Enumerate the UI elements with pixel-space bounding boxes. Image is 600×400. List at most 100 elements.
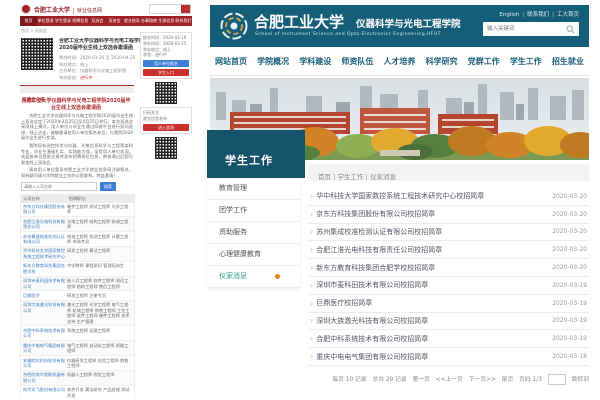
company-link[interactable]: 巨鼎医疗 xyxy=(21,293,65,298)
header-search-box[interactable] xyxy=(483,22,579,36)
company-link[interactable]: 科大讯飞股份有限公司 xyxy=(21,387,65,398)
nav-party[interactable]: 党群工作 xyxy=(463,48,505,75)
table-header: 公司名称 招聘职位 xyxy=(21,195,134,203)
left-nav-item[interactable]: 单位登录 xyxy=(37,16,54,26)
left-nav-item[interactable]: 双选会 xyxy=(89,16,106,26)
news-row[interactable]: ›合肥江淮光电科技有限责任公司校招简章2020-03-20 xyxy=(308,241,589,259)
table-row[interactable]: 新东方教育科技集团合肥学校中学教师 课程顾问 管理培训生 xyxy=(21,262,134,277)
table-row[interactable]: 科大讯飞股份有限公司软件开发 算法研究 产品经理 测试开发 xyxy=(21,386,134,398)
positions-cell: 嵌入式工程师 软件工程师 测试工程师 结构工程师 售后工程师 xyxy=(65,278,134,289)
news-date: 2020-03-18 xyxy=(552,353,587,360)
news-title[interactable]: 深圳大族激光科技有限公司校招简章 xyxy=(316,316,552,326)
company-link[interactable]: 新东方教育科技集团合肥学校 xyxy=(21,263,65,274)
news-row[interactable]: ›深圳市麦科田技术有限公司校招简章2020-03-19 xyxy=(308,277,589,295)
sidebar-item-league-work[interactable]: 团学工作 xyxy=(207,200,300,222)
company-link[interactable]: 合肥欣奕华智能机器有限公司 xyxy=(21,372,65,383)
first-page-button[interactable]: 第一页 xyxy=(413,377,430,383)
last-page-button[interactable]: 尾页 xyxy=(502,377,514,383)
news-row[interactable]: ›华中科技大学国家数控系统工程技术研究中心校招简章2020-03-20 xyxy=(308,188,589,206)
left-nav-item[interactable]: 学生登录 xyxy=(54,16,71,26)
news-title[interactable]: 重庆中电电气集团有限公司校招简章 xyxy=(316,352,552,362)
table-row[interactable]: 合肥中科系统技术有限公司系统工程师 运维工程师 xyxy=(21,326,134,341)
nav-home[interactable]: 网站首页 xyxy=(210,48,252,75)
news-title[interactable]: 合肥中科系统技术有限公司校招简章 xyxy=(316,334,552,344)
search-icon[interactable] xyxy=(566,25,575,34)
header-links: English|联系我们|工大首页 xyxy=(499,10,579,18)
news-row[interactable]: ›苏州集成校准检测认证有限公司校招简章2020-03-20 xyxy=(308,224,589,242)
company-link[interactable]: 合肥中科系统技术有限公司 xyxy=(21,328,65,339)
news-row[interactable]: ›重庆中电电气集团有限公司校招简章2020-03-18 xyxy=(308,348,589,366)
company-link[interactable]: 华中科技大学国家数控系统工程技术研究中心 xyxy=(21,248,65,259)
employer-signup-button[interactable]: 用人单位报名 xyxy=(143,60,189,67)
nav-education[interactable]: 人才培养 xyxy=(378,48,420,75)
jump-button[interactable]: 跳转到 xyxy=(572,377,589,383)
news-title[interactable]: 京东方科技集团股份有限公司校招简章 xyxy=(316,209,552,219)
left-nav-item[interactable]: 招聘信息 xyxy=(72,16,89,26)
link-contact[interactable]: 联系我们 xyxy=(527,12,549,18)
table-row[interactable]: 合肥江淮光电科技有限责任公司光电工程师 结构工程师 装调工程师 xyxy=(21,217,134,232)
link-english[interactable]: English xyxy=(499,12,519,18)
table-row[interactable]: 重庆中电电气集团有限公司电气工程师 自动化工程师 质量工程师 xyxy=(21,341,134,356)
company-link[interactable]: 京东方科技集团股份有限公司 xyxy=(21,204,65,215)
positions-cell: 激光工程师 光学工程师 电气工程师 机械工程师 销售工程师 工艺工程师 软件工程… xyxy=(65,302,134,324)
news-row[interactable]: ›新东方教育科技集团合肥学校校招简章2020-03-20 xyxy=(308,259,589,277)
table-row[interactable]: 安徽皖仪科技股份有限公司仪器研发工程师 应用工程师 销售工程师 xyxy=(21,356,134,371)
page-jump-input[interactable] xyxy=(548,374,566,385)
nav-research[interactable]: 科学研究 xyxy=(421,48,463,75)
news-title[interactable]: 苏州集成校准检测认证有限公司校招简章 xyxy=(316,227,552,237)
nav-admissions[interactable]: 招生就业 xyxy=(547,48,589,75)
left-nav-item[interactable]: 宣讲会 xyxy=(106,16,123,26)
company-link[interactable]: 深圳市麦科田技术有限公司 xyxy=(21,278,65,289)
left-nav-item[interactable]: 就业指导 xyxy=(123,16,140,26)
news-title[interactable]: 华中科技大学国家数控系统工程技术研究中心校招简章 xyxy=(316,191,552,201)
news-date: 2020-03-19 xyxy=(552,335,587,342)
left-nav-item[interactable]: 办事指南 xyxy=(140,16,157,26)
prev-page-button[interactable]: <<上一页 xyxy=(436,377,463,383)
left-nav-item[interactable]: 生源信息 xyxy=(158,16,175,26)
table-row[interactable]: 合肥欣奕华智能机器有限公司机器人工程师 视觉工程师 xyxy=(21,371,134,386)
nav-about[interactable]: 学院概况 xyxy=(252,48,294,75)
news-title[interactable]: 深圳市麦科田技术有限公司校招简章 xyxy=(316,280,552,290)
sidebar-item-yijia-news[interactable]: 仪家消息 xyxy=(207,266,300,288)
nav-discipline[interactable]: 学科建设 xyxy=(294,48,336,75)
news-row[interactable]: ›深圳大族激光科技有限公司校招简章2020-03-19 xyxy=(308,313,589,331)
news-row[interactable]: ›合肥中科系统技术有限公司校招简章2020-03-19 xyxy=(308,330,589,348)
table-row[interactable]: 京东方科技集团股份有限公司硬件工程师 测试工程师 光学工程师 xyxy=(21,203,134,218)
enter-hall-button[interactable]: 进入会场 xyxy=(143,124,189,131)
left-search-input[interactable] xyxy=(149,4,191,14)
table-row[interactable]: 巨鼎医疗研发工程师 注册专员 xyxy=(21,291,134,300)
company-link[interactable]: 重庆中电电气集团有限公司 xyxy=(21,343,65,354)
sidebar-item-education-management[interactable]: 教育管理 xyxy=(207,178,300,200)
table-row[interactable]: 苏州集成校准检测认证有限公司校准工程师 检测工程师 计量工程师 市场专员 xyxy=(21,232,134,247)
link-hfut-home[interactable]: 工大首页 xyxy=(557,12,579,18)
next-page-button[interactable]: 下一页>> xyxy=(469,377,496,383)
company-search-button[interactable]: 搜索 xyxy=(100,182,116,191)
school-name-english: School of Instrument Science and Opto-El… xyxy=(255,32,441,37)
company-link[interactable]: 深圳大族激光科技有限公司 xyxy=(21,302,65,324)
table-row[interactable]: 华中科技大学国家数控系统工程技术研究中心研发工程师 算法工程师 xyxy=(21,247,134,262)
positions-cell: 校准工程师 检测工程师 计量工程师 市场专员 xyxy=(65,234,134,245)
left-search-button[interactable] xyxy=(181,5,190,13)
news-row[interactable]: ›京东方科技集团股份有限公司校招简章2020-03-20 xyxy=(308,206,589,224)
table-row[interactable]: 深圳市麦科田技术有限公司嵌入式工程师 软件工程师 测试工程师 结构工程师 售后工… xyxy=(21,277,134,292)
company-link[interactable]: 安徽皖仪科技股份有限公司 xyxy=(21,358,65,369)
keyword-search-input[interactable] xyxy=(483,25,566,33)
company-search-input[interactable] xyxy=(21,182,97,191)
company-link[interactable]: 合肥江淮光电科技有限责任公司 xyxy=(21,219,65,230)
news-row[interactable]: ›巨鼎医疗校招简章2020-03-19 xyxy=(308,295,589,313)
left-nav-item[interactable]: 联系我们 xyxy=(175,16,192,26)
news-title[interactable]: 合肥江淮光电科技有限责任公司校招简章 xyxy=(316,245,552,255)
nav-student-work[interactable]: 学生工作 xyxy=(505,48,547,75)
news-title[interactable]: 巨鼎医疗校招简章 xyxy=(316,298,552,308)
nav-faculty[interactable]: 师资队伍 xyxy=(336,48,378,75)
company-link[interactable]: 苏州集成校准检测认证有限公司 xyxy=(21,234,65,245)
event-title[interactable]: 合肥工业大学仪器科学与光电工程学院2020届毕业生线上双选会邀请函 xyxy=(59,38,153,52)
student-entry-button[interactable]: 学生入口 xyxy=(143,69,189,76)
table-row[interactable]: 深圳大族激光科技有限公司激光工程师 光学工程师 电气工程师 机械工程师 销售工程… xyxy=(21,301,134,327)
sidebar-item-mental-health[interactable]: 心理健康教育 xyxy=(207,244,300,266)
signup-box: 报名时间：2020-03-16 举办时间：2020-03-25 举办地点：线上 … xyxy=(140,32,192,79)
breadcrumb: 首页丨学生工作丨仪家消息 xyxy=(308,173,396,181)
sidebar-item-funding-service[interactable]: 资助服务 xyxy=(207,222,300,244)
news-title[interactable]: 新东方教育科技集团合肥学校校招简章 xyxy=(316,263,552,273)
left-nav-item[interactable]: 首页 xyxy=(20,16,37,26)
